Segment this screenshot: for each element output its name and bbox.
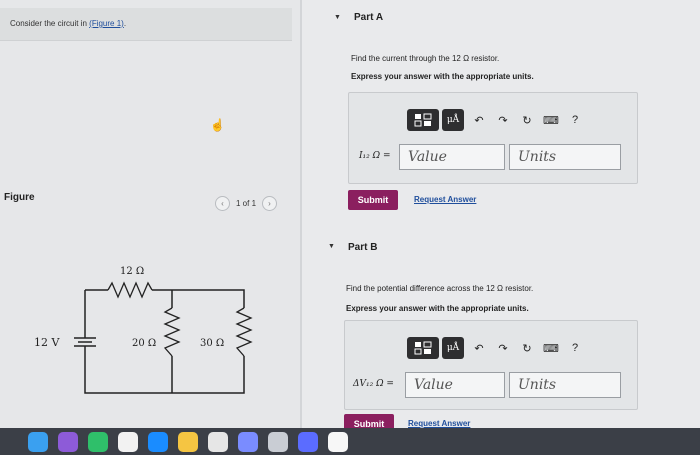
- part-b-units-input[interactable]: Units: [509, 372, 621, 398]
- units-button[interactable]: μÅ: [442, 109, 464, 131]
- part-b-answer-box: μÅ ↶ ↷ ↻ ⌨ ? ΔV₁₂ Ω = Value Units: [344, 320, 638, 410]
- undo-icon[interactable]: ↶: [467, 342, 491, 355]
- prev-figure-button[interactable]: ‹: [215, 196, 230, 211]
- r30-label: 30 Ω: [200, 338, 224, 349]
- part-a-field-label: I₁₂ Ω =: [359, 151, 391, 161]
- part-b-field-label: ΔV₁₂ Ω =: [353, 379, 394, 389]
- hand-cursor-icon: ☝: [210, 118, 225, 132]
- part-b-prompt: Find the potential difference across the…: [346, 284, 534, 293]
- part-b-value-input[interactable]: Value: [405, 372, 505, 398]
- intro-text: Consider the circuit in (Figure 1).: [10, 19, 126, 28]
- figure-pager: ‹ 1 of 1 ›: [215, 196, 278, 211]
- dock-app-icon[interactable]: [328, 432, 348, 452]
- dock-app-icon[interactable]: [298, 432, 318, 452]
- resistor-30-zigzag: [235, 307, 253, 357]
- keyboard-icon[interactable]: ⌨: [539, 342, 563, 355]
- part-a-request-answer[interactable]: Request Answer: [414, 195, 476, 204]
- next-figure-button[interactable]: ›: [262, 196, 278, 211]
- pager-text: 1 of 1: [236, 199, 257, 208]
- dock-app-icon[interactable]: [118, 432, 138, 452]
- dock-app-icon[interactable]: [88, 432, 108, 452]
- part-a-title: Part A: [354, 12, 384, 23]
- dock-app-icon[interactable]: [268, 432, 288, 452]
- figure-link[interactable]: (Figure 1): [89, 19, 124, 28]
- dock-app-icon[interactable]: [238, 432, 258, 452]
- part-a-units-input[interactable]: Units: [509, 144, 621, 170]
- figure-label: Figure: [4, 192, 35, 203]
- r20-label: 20 Ω: [132, 338, 156, 349]
- battery-label: 12 V: [34, 336, 60, 349]
- intro-box: Consider the circuit in (Figure 1).: [0, 8, 292, 41]
- part-a-collapse-icon[interactable]: ▼: [334, 14, 341, 21]
- part-a-submit-button[interactable]: Submit: [348, 190, 398, 210]
- dock-app-icon[interactable]: [58, 432, 78, 452]
- right-pane: ▼ Part A Find the current through the 12…: [302, 0, 700, 440]
- templates-icon[interactable]: [407, 109, 439, 131]
- dock-app-icon[interactable]: [178, 432, 198, 452]
- resistor-12-zigzag: [107, 281, 153, 299]
- redo-icon[interactable]: ↷: [491, 114, 515, 127]
- intro-suffix: .: [123, 19, 127, 28]
- part-a-toolbar: μÅ ↶ ↷ ↻ ⌨ ?: [407, 109, 587, 131]
- part-a-prompt: Find the current through the 12 Ω resist…: [351, 54, 500, 63]
- keyboard-icon[interactable]: ⌨: [539, 114, 563, 127]
- part-b-collapse-icon[interactable]: ▼: [328, 243, 335, 250]
- resistor-20-zigzag: [163, 307, 181, 357]
- reset-icon[interactable]: ↻: [515, 342, 539, 355]
- part-a-express: Express your answer with the appropriate…: [351, 72, 534, 81]
- left-pane: Consider the circuit in (Figure 1). ☝ Fi…: [0, 0, 300, 440]
- part-b-toolbar: μÅ ↶ ↷ ↻ ⌨ ?: [407, 337, 587, 359]
- circuit-diagram: 12 Ω 12 V 20 Ω 30 Ω: [34, 266, 253, 394]
- dock-app-icon[interactable]: [28, 432, 48, 452]
- intro-label: Consider the circuit in: [10, 19, 90, 28]
- part-b-express: Express your answer with the appropriate…: [346, 304, 529, 313]
- help-button[interactable]: ?: [563, 342, 587, 354]
- r12-label: 12 Ω: [120, 266, 144, 277]
- part-b-title: Part B: [348, 242, 378, 253]
- templates-icon[interactable]: [407, 337, 439, 359]
- undo-icon[interactable]: ↶: [467, 114, 491, 127]
- dock-app-icon[interactable]: [208, 432, 228, 452]
- part-a-answer-box: μÅ ↶ ↷ ↻ ⌨ ? I₁₂ Ω = Value Units: [348, 92, 638, 184]
- dock: [0, 428, 700, 455]
- dock-app-icon[interactable]: [148, 432, 168, 452]
- redo-icon[interactable]: ↷: [491, 342, 515, 355]
- part-b-request-answer[interactable]: Request Answer: [408, 419, 470, 428]
- part-a-value-input[interactable]: Value: [399, 144, 505, 170]
- dock-items: [28, 432, 348, 452]
- reset-icon[interactable]: ↻: [515, 114, 539, 127]
- units-button[interactable]: μÅ: [442, 337, 464, 359]
- help-button[interactable]: ?: [563, 114, 587, 126]
